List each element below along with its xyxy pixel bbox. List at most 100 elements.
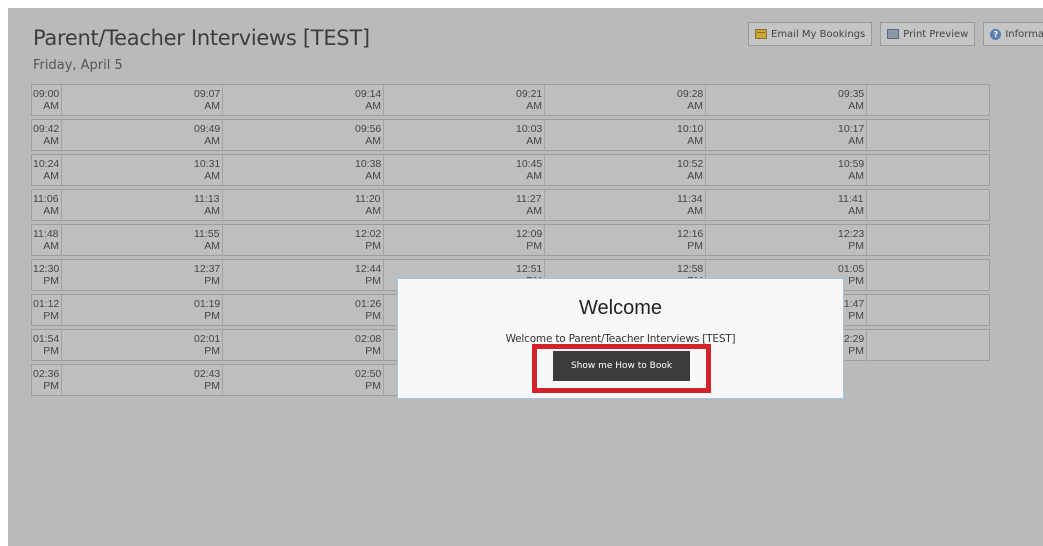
time-slot[interactable]: 09:21 AM	[515, 85, 545, 116]
print-preview-button[interactable]: Print Preview	[880, 22, 976, 46]
time-slot[interactable]: 02:01 PM	[193, 330, 223, 361]
time-slot-ampm: AM	[526, 135, 542, 147]
time-slot-ampm: AM	[204, 100, 220, 112]
time-slot-ampm: AM	[687, 205, 703, 217]
time-slot-time: 10:17	[838, 123, 865, 135]
time-slot[interactable]: 10:45 AM	[515, 155, 545, 186]
time-slot[interactable]: 02:36 PM	[32, 365, 62, 396]
help-icon: ?	[990, 28, 1002, 40]
time-slot-time: 01:05	[838, 263, 865, 275]
time-slot-time: 09:07	[194, 88, 221, 100]
schedule-row: 09:00 AM 09:07 AM 09:14 AM 09:21 AM 09:28 AM 09:35…	[31, 84, 990, 116]
time-slot-time: 02:01	[194, 333, 221, 345]
time-slot[interactable]: 09:07 AM	[193, 85, 223, 116]
time-slot-ampm: AM	[365, 100, 381, 112]
time-slot-ampm: PM	[43, 345, 59, 357]
information-help-button[interactable]: ? Information/Help	[983, 22, 1043, 46]
time-slot[interactable]: 11:48 AM	[32, 225, 62, 256]
time-slot-time: 12:16	[677, 228, 704, 240]
time-slot-ampm: PM	[365, 345, 381, 357]
time-slot[interactable]: 01:26 PM	[354, 295, 384, 326]
time-slot-ampm: AM	[365, 205, 381, 217]
welcome-dialog-title: Welcome	[579, 297, 662, 319]
time-slot[interactable]: 02:08 PM	[354, 330, 384, 361]
time-slot-ampm: PM	[43, 310, 59, 322]
time-slot[interactable]: 09:28 AM	[676, 85, 706, 116]
welcome-dialog: Welcome Welcome to Parent/Teacher Interv…	[397, 278, 844, 399]
time-slot[interactable]: 09:14 AM	[354, 85, 384, 116]
time-slot-time: 11:48	[33, 228, 59, 240]
time-slot[interactable]: 11:55 AM	[193, 225, 223, 256]
time-slot[interactable]: 12:30 PM	[32, 260, 62, 291]
time-slot[interactable]: 09:35 AM	[837, 85, 867, 116]
time-slot[interactable]: 09:56 AM	[354, 120, 384, 151]
time-slot[interactable]: 11:34 AM	[676, 190, 706, 221]
time-slot[interactable]: 11:27 AM	[515, 190, 545, 221]
time-slot-time: 01:12	[33, 298, 60, 310]
schedule-row: 11:48 AM 11:55 AM 12:02 PM 12:09 PM 12:16 PM 12:23…	[31, 224, 990, 256]
time-slot-time: 12:23	[838, 228, 865, 240]
time-slot[interactable]: 12:44 PM	[354, 260, 384, 291]
time-slot-time: 09:21	[516, 88, 543, 100]
time-slot[interactable]: 09:00 AM	[32, 85, 62, 116]
time-slot-time: 11:20	[355, 193, 381, 205]
print-preview-label: Print Preview	[903, 28, 969, 40]
time-slot-time: 12:37	[194, 263, 221, 275]
time-slot-time: 09:56	[355, 123, 382, 135]
time-slot-time: 09:14	[355, 88, 382, 100]
time-slot[interactable]: 10:24 AM	[32, 155, 62, 186]
information-help-label: Information/Help	[1005, 28, 1043, 40]
time-slot-ampm: PM	[365, 240, 381, 252]
time-slot-time: 01:26	[355, 298, 382, 310]
time-slot[interactable]: 11:13 AM	[193, 190, 223, 221]
time-slot-time: 10:03	[516, 123, 543, 135]
time-slot[interactable]: 10:38 AM	[354, 155, 384, 186]
time-slot[interactable]: 02:50 PM	[354, 365, 384, 396]
time-slot[interactable]: 11:06 AM	[32, 190, 62, 221]
time-slot-ampm: PM	[365, 275, 381, 287]
time-slot[interactable]: 01:54 PM	[32, 330, 62, 361]
show-me-how-to-book-button[interactable]: Show me How to Book	[553, 351, 690, 381]
time-slot[interactable]: 10:52 AM	[676, 155, 706, 186]
time-slot-ampm: AM	[43, 100, 59, 112]
time-slot[interactable]: 01:12 PM	[32, 295, 62, 326]
time-slot-time: 09:35	[838, 88, 865, 100]
time-slot-time: 11:27	[516, 193, 542, 205]
time-slot-ampm: AM	[43, 205, 59, 217]
time-slot-time: 02:43	[194, 368, 221, 380]
time-slot[interactable]: 11:20 AM	[354, 190, 384, 221]
time-slot[interactable]: 12:37 PM	[193, 260, 223, 291]
time-slot-ampm: PM	[365, 380, 381, 392]
page-title: Parent/Teacher Interviews [TEST]	[33, 26, 370, 50]
time-slot-ampm: PM	[848, 240, 864, 252]
time-slot[interactable]: 02:43 PM	[193, 365, 223, 396]
time-slot-ampm: AM	[848, 135, 864, 147]
time-slot[interactable]: 11:41 AM	[837, 190, 867, 221]
time-slot[interactable]: 10:10 AM	[676, 120, 706, 151]
time-slot-ampm: PM	[526, 240, 542, 252]
time-slot-ampm: PM	[204, 380, 220, 392]
time-slot[interactable]: 01:19 PM	[193, 295, 223, 326]
time-slot[interactable]: 12:23 PM	[837, 225, 867, 256]
time-slot-time: 12:09	[516, 228, 543, 240]
time-slot-time: 10:52	[677, 158, 704, 170]
email-my-bookings-button[interactable]: Email My Bookings	[748, 22, 873, 46]
time-slot-ampm: PM	[43, 380, 59, 392]
time-slot-time: 09:28	[677, 88, 704, 100]
time-slot-time: 02:36	[33, 368, 60, 380]
time-slot-time: 02:08	[355, 333, 382, 345]
time-slot[interactable]: 09:42 AM	[32, 120, 62, 151]
time-slot-time: 11:06	[33, 193, 59, 205]
time-slot[interactable]: 10:59 AM	[837, 155, 867, 186]
time-slot[interactable]: 12:02 PM	[354, 225, 384, 256]
printer-icon	[887, 29, 900, 39]
time-slot-time: 10:10	[677, 123, 704, 135]
time-slot-time: 12:30	[33, 263, 60, 275]
email-my-bookings-label: Email My Bookings	[771, 28, 866, 40]
time-slot[interactable]: 12:09 PM	[515, 225, 545, 256]
time-slot[interactable]: 10:31 AM	[193, 155, 223, 186]
time-slot[interactable]: 09:49 AM	[193, 120, 223, 151]
time-slot[interactable]: 10:17 AM	[837, 120, 867, 151]
time-slot[interactable]: 12:16 PM	[676, 225, 706, 256]
time-slot[interactable]: 10:03 AM	[515, 120, 545, 151]
